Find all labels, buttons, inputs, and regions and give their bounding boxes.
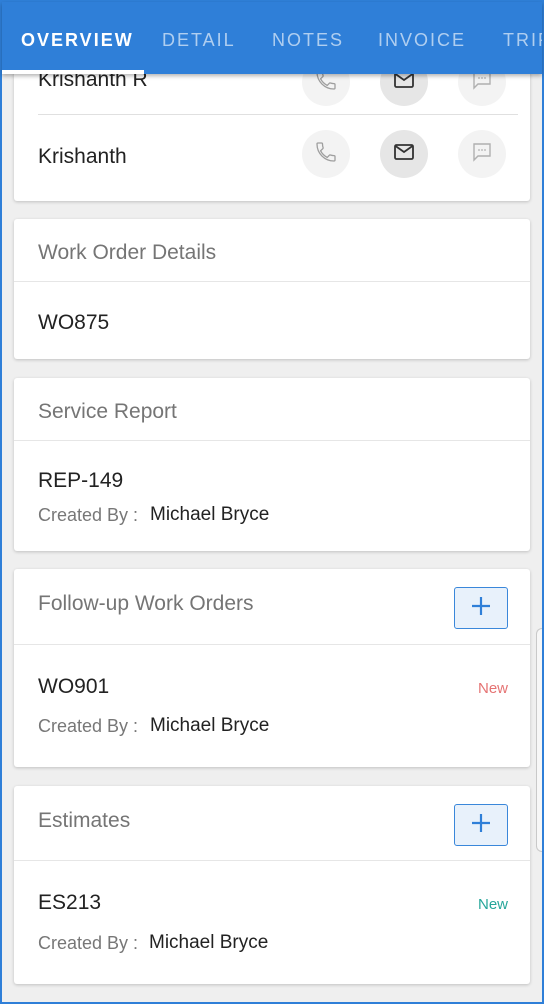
- contact-row: Krishanth: [38, 115, 518, 201]
- created-by-label: Created By :: [38, 716, 139, 736]
- status-badge: New: [477, 680, 508, 697]
- status-badge: New: [477, 896, 508, 913]
- email-icon: [392, 140, 416, 169]
- phone-icon: [314, 140, 338, 169]
- service-report-card[interactable]: Service Report REP-149 Created By : Mich…: [14, 378, 530, 551]
- list-item[interactable]: ES213 New Created By : Michael Bryce: [14, 862, 530, 984]
- report-id: REP-149: [38, 469, 124, 492]
- plus-icon: [470, 595, 492, 622]
- call-button[interactable]: [302, 130, 350, 178]
- work-order-details-card[interactable]: Work Order Details WO875: [14, 219, 530, 359]
- message-icon: [470, 140, 494, 169]
- tab-trip[interactable]: TRIP: [503, 30, 542, 51]
- card-header: Service Report: [14, 378, 530, 441]
- card-header: Follow-up Work Orders: [14, 569, 530, 645]
- card-title: Work Order Details: [38, 241, 217, 264]
- tab-bar: OVERVIEW DETAIL NOTES INVOICE TRIP: [2, 2, 542, 74]
- side-drawer-handle[interactable]: [536, 628, 542, 852]
- add-followup-button[interactable]: [454, 587, 508, 629]
- tab-detail[interactable]: DETAIL: [162, 30, 236, 51]
- card-header: Estimates: [14, 786, 530, 861]
- tab-invoice[interactable]: INVOICE: [378, 30, 466, 51]
- active-tab-indicator: [2, 70, 144, 74]
- card-header: Work Order Details: [14, 219, 530, 282]
- tab-overview[interactable]: OVERVIEW: [21, 30, 134, 51]
- created-by-label: Created By :: [38, 933, 139, 953]
- work-order-id: WO875: [38, 311, 110, 334]
- followup-id: WO901: [38, 675, 110, 698]
- estimate-id: ES213: [38, 891, 102, 914]
- add-estimate-button[interactable]: [454, 804, 508, 846]
- created-by-value: Michael Bryce: [149, 932, 269, 953]
- card-title: Service Report: [38, 400, 177, 423]
- created-by-value: Michael Bryce: [150, 715, 270, 736]
- created-by-value: Michael Bryce: [150, 504, 270, 525]
- contact-name: Krishanth: [38, 145, 127, 168]
- tab-notes[interactable]: NOTES: [272, 30, 344, 51]
- followup-work-orders-card: Follow-up Work Orders WO901 New Created …: [14, 569, 530, 767]
- card-title: Estimates: [38, 809, 131, 832]
- created-by-label: Created By :: [38, 505, 139, 525]
- list-item[interactable]: WO901 New Created By : Michael Bryce: [14, 646, 530, 767]
- estimates-card: Estimates ES213 New Created By : Michael…: [14, 786, 530, 984]
- plus-icon: [470, 812, 492, 839]
- email-button[interactable]: [380, 130, 428, 178]
- card-title: Follow-up Work Orders: [38, 592, 254, 615]
- message-button[interactable]: [458, 130, 506, 178]
